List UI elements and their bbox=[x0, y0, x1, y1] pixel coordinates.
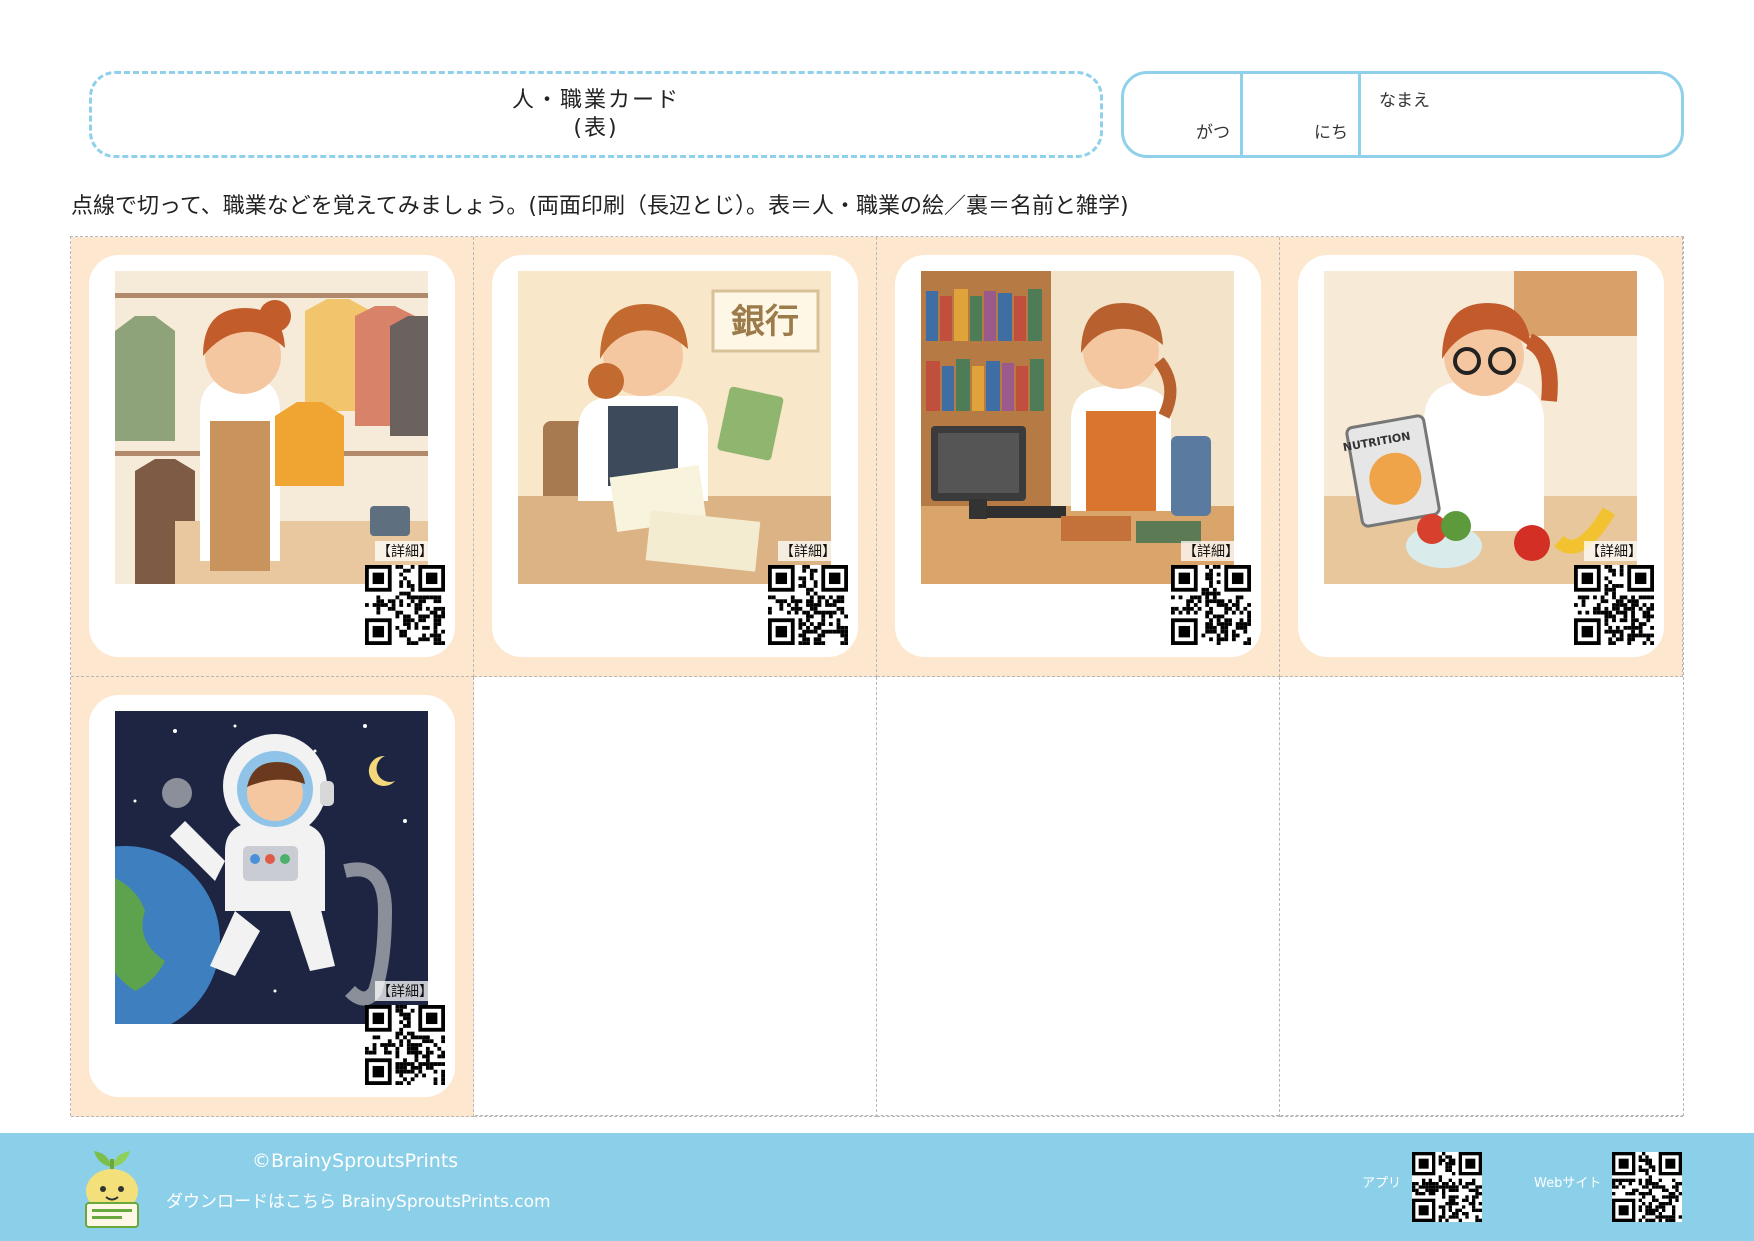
card-cell: 銀行 【詳細】 bbox=[474, 237, 877, 677]
day-field[interactable]: にち bbox=[1243, 74, 1361, 155]
job-card[interactable]: 【詳細】 bbox=[895, 255, 1261, 657]
card-grid: 【詳細】 銀行 【詳細】 【詳細】 NUTRITION 【詳細】 【詳細】 bbox=[70, 236, 1684, 1117]
detail-label[interactable]: 【詳細】 bbox=[375, 541, 435, 561]
detail-label[interactable]: 【詳細】 bbox=[1584, 541, 1644, 561]
bank-sign-text: 銀行 bbox=[731, 302, 799, 342]
website-label: Webサイト bbox=[1534, 1176, 1602, 1191]
month-field[interactable]: がつ bbox=[1124, 74, 1243, 155]
detail-label[interactable]: 【詳細】 bbox=[375, 981, 435, 1001]
detail-label[interactable]: 【詳細】 bbox=[778, 541, 838, 561]
name-label: なまえ bbox=[1379, 91, 1430, 111]
footer: ©BrainySproutsPrints ダウンロードはこちら BrainySp… bbox=[0, 1133, 1754, 1241]
clothing-shop-icon bbox=[115, 271, 428, 584]
empty-card-cell bbox=[1280, 677, 1683, 1117]
job-card[interactable]: 【詳細】 bbox=[89, 695, 455, 1097]
day-label: にち bbox=[1314, 123, 1348, 143]
nutritionist-icon: NUTRITION bbox=[1324, 271, 1637, 584]
librarian-icon bbox=[921, 271, 1234, 584]
qr-code-icon[interactable] bbox=[768, 565, 848, 645]
title-box: 人・職業カード (表) bbox=[89, 71, 1103, 158]
download-link[interactable]: ダウンロードはこちら BrainySproutsPrints.com bbox=[166, 1187, 551, 1212]
website-qr-code-icon[interactable] bbox=[1612, 1152, 1682, 1222]
page-title: 人・職業カード bbox=[511, 87, 680, 113]
name-field[interactable]: なまえ bbox=[1361, 74, 1681, 155]
detail-label[interactable]: 【詳細】 bbox=[1181, 541, 1241, 561]
app-label: アプリ bbox=[1362, 1176, 1402, 1191]
card-cell: NUTRITION 【詳細】 bbox=[1280, 237, 1683, 677]
sprout-mascot-icon bbox=[78, 1145, 146, 1229]
date-name-box: がつ にち なまえ bbox=[1121, 71, 1684, 158]
qr-code-icon[interactable] bbox=[1171, 565, 1251, 645]
copyright-text: ©BrainySproutsPrints bbox=[252, 1150, 459, 1172]
card-cell: 【詳細】 bbox=[71, 677, 474, 1117]
instruction-text: 点線で切って、職業などを覚えてみましょう。(両面印刷（長辺とじ）。表＝人・職業の… bbox=[71, 194, 1129, 219]
app-qr-code-icon[interactable] bbox=[1412, 1152, 1482, 1222]
card-cell: 【詳細】 bbox=[877, 237, 1280, 677]
empty-card-cell bbox=[877, 677, 1280, 1117]
qr-code-icon[interactable] bbox=[365, 1005, 445, 1085]
page-subtitle: (表) bbox=[573, 115, 619, 141]
astronaut-icon bbox=[115, 711, 428, 1024]
card-cell: 【詳細】 bbox=[71, 237, 474, 677]
job-card[interactable]: 【詳細】 bbox=[89, 255, 455, 657]
empty-card-cell bbox=[474, 677, 877, 1117]
qr-code-icon[interactable] bbox=[365, 565, 445, 645]
month-label: がつ bbox=[1196, 123, 1230, 143]
job-card[interactable]: 銀行 【詳細】 bbox=[492, 255, 858, 657]
job-card[interactable]: NUTRITION 【詳細】 bbox=[1298, 255, 1664, 657]
qr-code-icon[interactable] bbox=[1574, 565, 1654, 645]
bank-teller-icon: 銀行 bbox=[518, 271, 831, 584]
